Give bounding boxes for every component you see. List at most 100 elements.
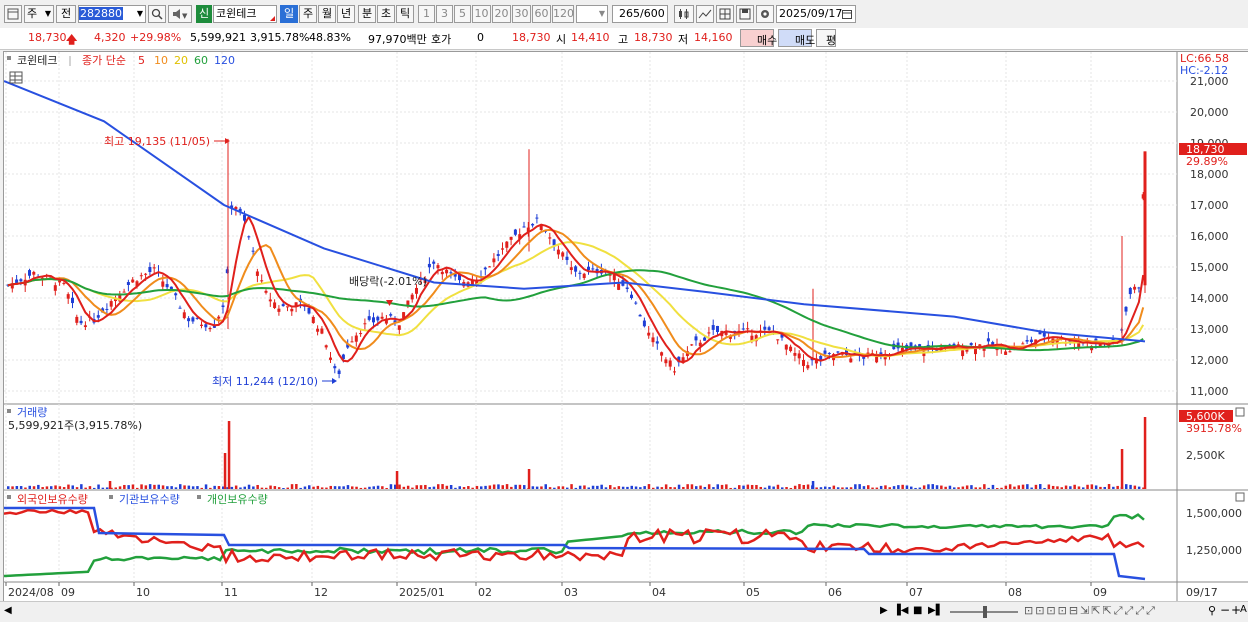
volume-bar (432, 486, 436, 489)
legend-individual[interactable]: 개인보유수량 (207, 493, 268, 506)
volume-bar (174, 487, 178, 489)
tab-tick[interactable]: 틱 (396, 5, 414, 23)
prev-select[interactable]: 전 (56, 5, 76, 23)
chart-area[interactable]: 코윈테크 종가 단순 5 10 20 60 120 LC:66.58 HC:-2… (3, 51, 1248, 603)
count-input[interactable]: 265/600 (612, 5, 668, 23)
volume-bar (707, 484, 711, 489)
speaker-button[interactable]: ▼ (168, 5, 192, 23)
chart-svg[interactable]: 코윈테크 종가 단순 5 10 20 60 120 LC:66.58 HC:-2… (3, 52, 1248, 602)
market-select[interactable]: 주 ▼ (24, 5, 54, 23)
buy-button[interactable]: 매수 (740, 29, 777, 47)
trend-line-icon (698, 9, 712, 19)
volume-bar (273, 486, 277, 489)
font-size-icon[interactable]: A (1240, 604, 1247, 615)
interval-120[interactable]: 120 (552, 5, 574, 23)
stock-name-field[interactable]: 코윈테크 (213, 5, 277, 23)
new-button[interactable]: 신 (196, 5, 212, 23)
volume-bar (37, 484, 40, 489)
stop-icon[interactable]: ■ (913, 605, 922, 616)
x-axis-label: 2025/01 (399, 586, 445, 599)
interval-30[interactable]: 30 (512, 5, 531, 23)
volume-bar (983, 484, 986, 489)
volume-bar (462, 487, 466, 489)
first-page-icon[interactable]: ▐◀ (893, 605, 908, 616)
tab-second[interactable]: 초 (377, 5, 395, 23)
legend-ma60[interactable]: 60 (194, 54, 208, 67)
legend-ma20[interactable]: 20 (174, 54, 188, 67)
calendar-icon[interactable] (842, 9, 852, 19)
table-view-icon[interactable] (9, 71, 23, 84)
chevron-down-icon[interactable]: ▼ (137, 6, 143, 22)
interval-3[interactable]: 3 (436, 5, 453, 23)
x-axis-label: 03 (564, 586, 578, 599)
date-input[interactable]: 2025/09/17 (776, 5, 856, 23)
zoom-slider-handle[interactable] (983, 606, 987, 618)
volume-bar (7, 486, 10, 489)
tab-year[interactable]: 년 (337, 5, 355, 23)
panel-close-icon[interactable] (1235, 407, 1245, 417)
scroll-left-icon[interactable]: ◀ (4, 605, 12, 616)
tab-week[interactable]: 주 (299, 5, 317, 23)
tool-icons[interactable]: ⊡⊡⊡⊡⊟⇲⇱⇱⤢⤢⤢⤢ (1024, 604, 1157, 618)
window-menu-icon[interactable] (4, 5, 22, 23)
volume-bar (269, 485, 272, 489)
interval-input[interactable]: ▼ (576, 5, 608, 23)
candle-type-button[interactable] (674, 5, 694, 23)
candle-body (763, 326, 767, 330)
volume-bar (1082, 487, 1085, 489)
volume-bar (746, 484, 750, 489)
legend-close[interactable]: 종가 단순 (82, 54, 126, 67)
volume-bar (716, 484, 719, 489)
volume-bar (742, 485, 745, 489)
eval-label: 평 (826, 34, 837, 47)
volume-bar (953, 487, 956, 489)
legend-foreign[interactable]: 외국인보유수량 (17, 493, 88, 506)
interval-20[interactable]: 20 (492, 5, 511, 23)
sell-button[interactable]: 매도 (778, 29, 815, 47)
interval-1[interactable]: 1 (418, 5, 435, 23)
settings-button[interactable] (756, 5, 774, 23)
volume-bar (458, 486, 461, 489)
volume-bar (531, 486, 535, 489)
volume-bar (62, 487, 66, 489)
volume-bar (170, 486, 173, 489)
eval-button[interactable]: 평 (816, 29, 836, 47)
grid-button[interactable] (716, 5, 734, 23)
magnifier-icon[interactable]: ⚲ (1208, 604, 1216, 617)
last-page-icon[interactable]: ▶▌ (928, 605, 943, 616)
tab-month[interactable]: 월 (318, 5, 336, 23)
interval-5[interactable]: 5 (454, 5, 471, 23)
volume-bar (67, 484, 70, 489)
volume-bar (815, 487, 818, 489)
candle-body (445, 269, 449, 274)
tab-minute[interactable]: 분 (358, 5, 376, 23)
interval-10[interactable]: 10 (472, 5, 491, 23)
legend-ma120[interactable]: 120 (214, 54, 235, 67)
volume-bar (781, 487, 784, 489)
draw-tool-button[interactable] (696, 5, 714, 23)
legend-ma10[interactable]: 10 (154, 54, 168, 67)
candle-body (797, 353, 801, 359)
volume-bar (381, 486, 384, 489)
save-button[interactable] (736, 5, 754, 23)
legend-marker-icon (197, 495, 201, 499)
volume-bar (372, 486, 375, 489)
candle-body (673, 371, 676, 373)
legend-stock-name[interactable]: 코윈테크 (17, 53, 57, 67)
stock-code-input[interactable]: 282880 ▼ (78, 5, 146, 23)
hoga-price: 18,730 (512, 31, 551, 44)
volume-legend[interactable]: 거래량 (17, 406, 47, 419)
legend-institution[interactable]: 기관보유수량 (119, 493, 180, 506)
volume-bar (161, 485, 165, 489)
tab-day[interactable]: 일 (280, 5, 298, 23)
zoom-out-icon[interactable]: − (1220, 603, 1230, 617)
high-label: 고 (618, 33, 629, 46)
volume-bar (351, 486, 354, 489)
toolbar: 주 ▼ 전 282880 ▼ ▼ 신 코윈테크 일 주 월 년 분 초 틱 1 3… (0, 0, 1248, 29)
legend-ma5[interactable]: 5 (138, 54, 145, 67)
interval-60[interactable]: 60 (532, 5, 551, 23)
search-button[interactable] (148, 5, 166, 23)
scroll-right-icon[interactable]: ▶ (880, 605, 888, 616)
candle-body (243, 214, 246, 221)
panel-close-icon[interactable] (1235, 492, 1245, 502)
